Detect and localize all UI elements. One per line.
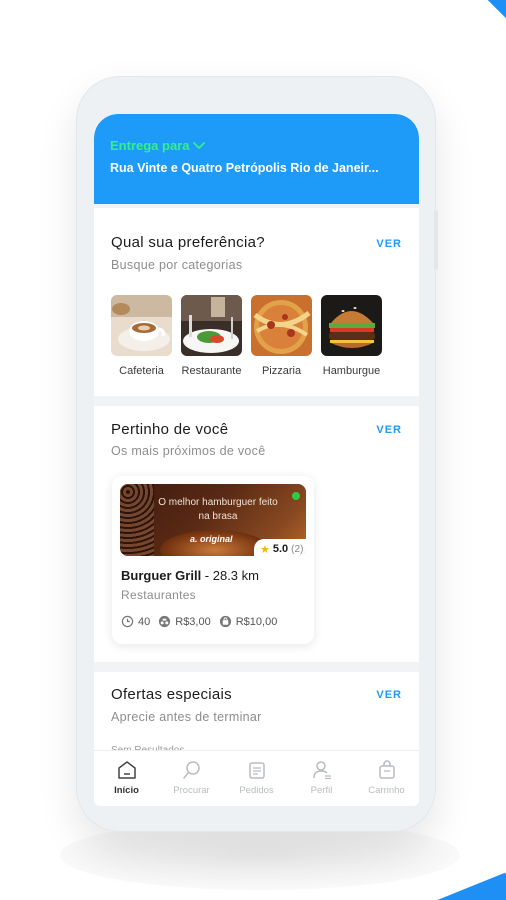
delivery-location-selector[interactable]: Entrega para <box>110 138 403 153</box>
category-list: Cafeteria Restaurante Pizzaria Hamburgue <box>111 295 382 377</box>
burger-photo <box>321 295 382 356</box>
category-pizzaria[interactable]: Pizzaria <box>251 295 312 377</box>
banner-texture <box>120 484 154 556</box>
home-icon <box>117 761 136 779</box>
orders-icon <box>248 762 265 779</box>
restaurant-meta: 40 R$3,00 R$10,00 <box>121 615 277 628</box>
delivery-bike-icon <box>159 615 171 628</box>
category-label: Pizzaria <box>261 365 302 377</box>
rating-badge: ★ 5.0 (2) <box>254 539 306 556</box>
minimum-order: R$10,00 <box>219 615 278 628</box>
pizza-photo <box>251 295 312 356</box>
nearby-section: Pertinho de você Os mais próximos de voc… <box>94 406 419 662</box>
section-subtitle: Aprecie antes de terminar <box>111 710 262 724</box>
restaurant-photo <box>181 295 242 356</box>
delivery-fee: R$3,00 <box>158 615 211 628</box>
bottom-navigation: Início Procurar Pedidos Perfil Carrinho <box>94 750 419 806</box>
restaurant-category: Restaurantes <box>121 588 196 602</box>
delivery-address[interactable]: Rua Vinte e Quatro Petrópolis Rio de Jan… <box>110 161 403 175</box>
restaurant-distance: - 28.3 km <box>201 568 259 583</box>
coffee-photo <box>111 295 172 356</box>
nav-label: Carrinho <box>368 785 405 796</box>
category-restaurante[interactable]: Restaurante <box>181 295 242 377</box>
cart-icon <box>378 760 395 779</box>
chevron-down-icon <box>193 141 206 149</box>
nav-perfil[interactable]: Perfil <box>292 759 352 796</box>
categories-section: Qual sua preferência? Busque por categor… <box>94 208 419 396</box>
offers-section: Ofertas especiais Aprecie antes de termi… <box>94 672 419 762</box>
restaurant-name-line: Burguer Grill - 28.3 km <box>121 568 259 583</box>
deliver-to-label: Entrega para <box>110 138 190 153</box>
category-hamburgue[interactable]: Hamburgue <box>321 295 382 377</box>
category-label: Restaurante <box>181 365 242 377</box>
nav-label: Procurar <box>173 785 210 796</box>
section-title: Pertinho de você <box>111 421 229 438</box>
banner-signature: a. original <box>190 534 233 544</box>
delivery-time: 40 <box>121 615 150 628</box>
restaurant-card[interactable]: O melhor hamburguer feito na brasa a. or… <box>112 476 314 644</box>
section-title: Ofertas especiais <box>111 686 232 703</box>
nav-carrinho[interactable]: Carrinho <box>357 759 417 796</box>
see-all-categories-link[interactable]: VER <box>376 238 402 250</box>
nav-label: Perfil <box>310 785 333 796</box>
rating-score: 5.0 <box>272 543 289 555</box>
see-all-offers-link[interactable]: VER <box>376 689 402 701</box>
decorative-corner-bottom <box>421 872 506 900</box>
nav-label: Início <box>114 785 139 796</box>
section-subtitle: Busque por categorias <box>111 258 243 272</box>
banner-slogan: O melhor hamburguer feito na brasa <box>158 497 278 522</box>
open-status-dot <box>292 492 300 500</box>
app-screen: Entrega para Rua Vinte e Quatro Petrópol… <box>94 114 419 806</box>
bag-icon <box>219 615 231 628</box>
phone-side-button <box>434 210 438 270</box>
delivery-header: Entrega para Rua Vinte e Quatro Petrópol… <box>94 114 419 204</box>
profile-icon <box>312 761 331 780</box>
delivery-fee-value: R$3,00 <box>175 615 211 628</box>
minimum-order-value: R$10,00 <box>235 615 278 628</box>
nav-pedidos[interactable]: Pedidos <box>227 759 287 796</box>
category-cafeteria[interactable]: Cafeteria <box>111 295 172 377</box>
section-title: Qual sua preferência? <box>111 234 265 251</box>
nav-label: Pedidos <box>239 785 274 796</box>
clock-icon <box>121 615 134 628</box>
section-subtitle: Os mais próximos de você <box>111 444 266 458</box>
nav-inicio[interactable]: Início <box>97 759 157 796</box>
page: Entrega para Rua Vinte e Quatro Petrópol… <box>0 0 506 900</box>
nav-procurar[interactable]: Procurar <box>162 759 222 796</box>
restaurant-name: Burguer Grill <box>121 568 202 583</box>
restaurant-banner-image: O melhor hamburguer feito na brasa a. or… <box>120 484 306 556</box>
category-label: Cafeteria <box>119 365 164 377</box>
star-icon: ★ <box>260 543 270 556</box>
search-icon <box>182 761 200 779</box>
category-label: Hamburgue <box>322 365 381 377</box>
see-all-nearby-link[interactable]: VER <box>376 424 402 436</box>
rating-count: (2) <box>291 543 304 555</box>
delivery-time-value: 40 <box>138 615 151 628</box>
decorative-corner-top <box>477 0 506 19</box>
